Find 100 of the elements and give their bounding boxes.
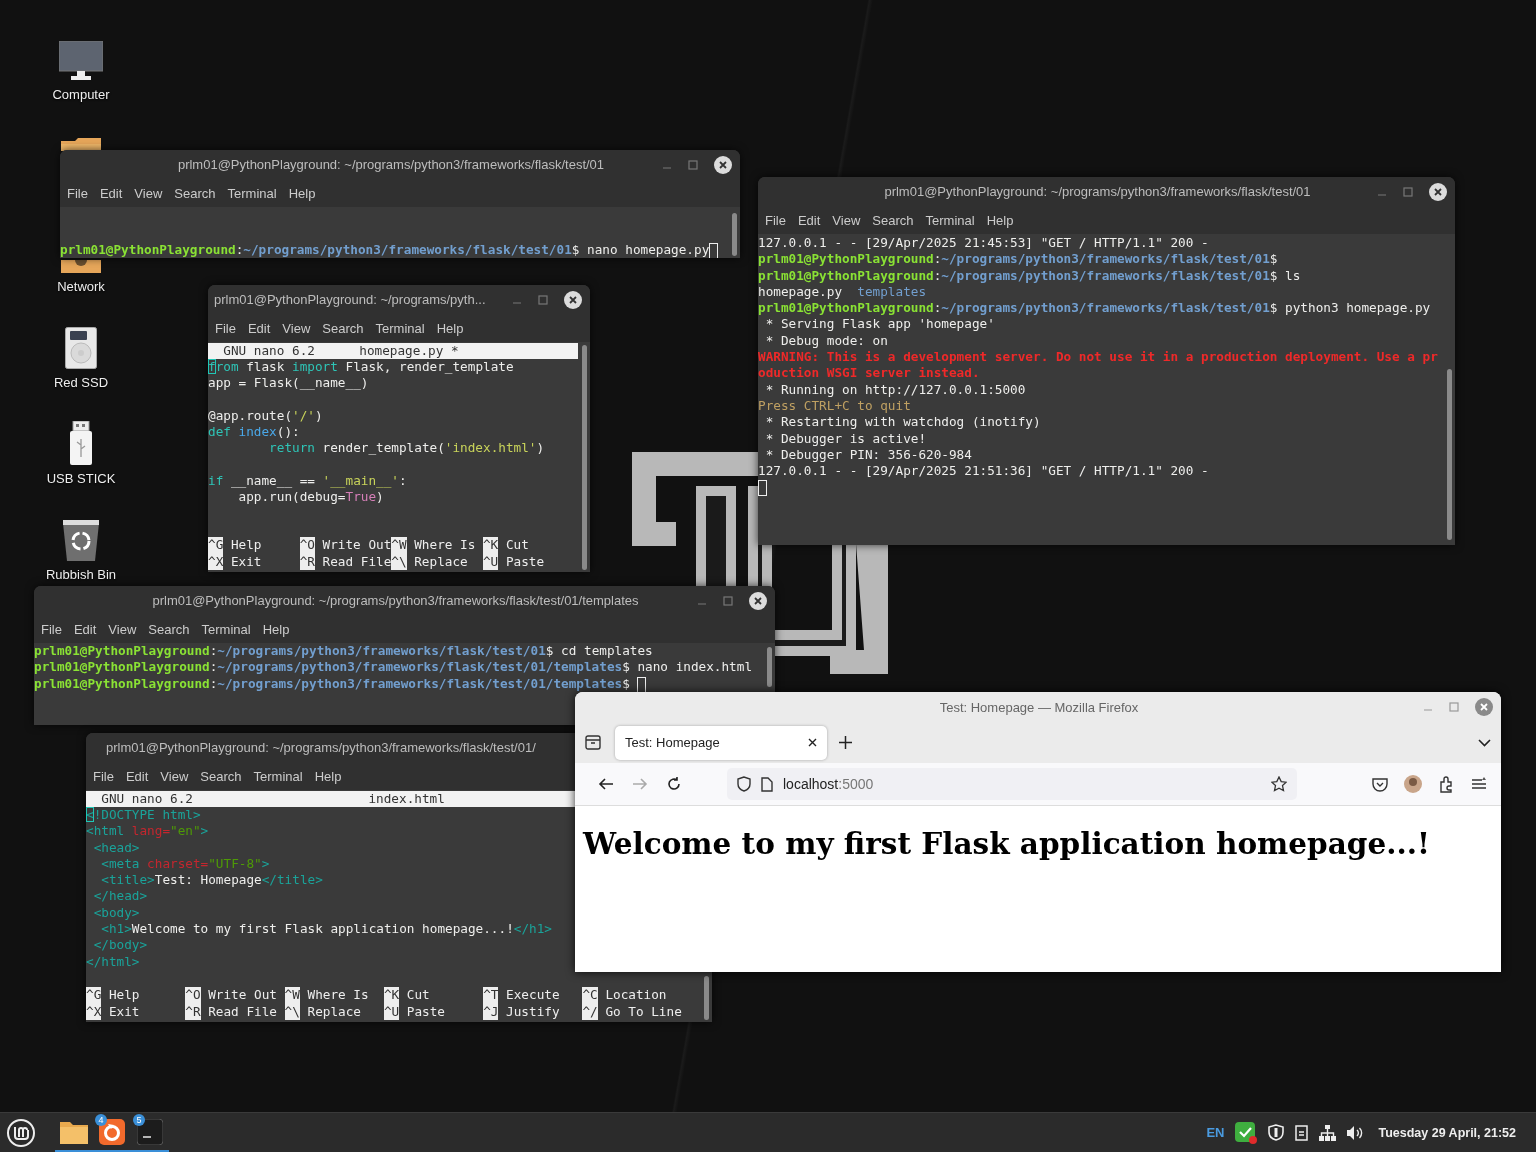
folder-icon: [61, 260, 101, 273]
close-button[interactable]: [564, 290, 582, 309]
page-heading: Welcome to my first Flask application homepage...!: [583, 826, 1431, 861]
menu-item[interactable]: Search: [168, 185, 222, 201]
menu-item[interactable]: Edit: [67, 621, 103, 637]
shortcut-key: ^W: [284, 987, 300, 1004]
network-icon[interactable]: [1319, 1124, 1337, 1141]
maximize-icon[interactable]: [1403, 186, 1413, 197]
shortcut-label: Go To Line: [605, 1003, 682, 1020]
reload-icon[interactable]: [666, 776, 682, 792]
shortcut-key: ^G: [86, 987, 102, 1004]
window-title: Test: Homepage — Mozilla Firefox: [938, 699, 1140, 715]
scrollbar[interactable]: [767, 647, 772, 687]
scrollbar[interactable]: [582, 345, 587, 570]
menu-item[interactable]: Help: [980, 212, 1020, 228]
shortcut-label: Justify: [506, 1003, 560, 1020]
volume-icon[interactable]: [1347, 1125, 1365, 1140]
pocket-icon[interactable]: [1372, 776, 1388, 792]
shortcut-key: ^O: [185, 987, 201, 1004]
icon-label[interactable]: USB STICK: [46, 471, 116, 486]
terminal-line: 127.0.0.1 - - [29/Apr/2025 21:51:36] "GET / HTTP/1.1" 200 -: [758, 463, 1209, 480]
menu-item[interactable]: View: [154, 768, 195, 784]
browser-tab[interactable]: Test: Homepage: [615, 725, 827, 760]
menu-item[interactable]: Search: [316, 320, 370, 336]
menu-item[interactable]: View: [128, 185, 169, 201]
menu-item[interactable]: Search: [142, 621, 196, 637]
menu-item[interactable]: File: [209, 320, 242, 336]
shortcut-label: Replace: [307, 1003, 361, 1020]
menu-item[interactable]: File: [61, 185, 94, 201]
menu-item[interactable]: Search: [194, 768, 248, 784]
back-icon[interactable]: [598, 776, 614, 792]
menu-item[interactable]: Edit: [93, 185, 129, 201]
menu-item[interactable]: Help: [282, 185, 322, 201]
usb-stick-icon: [70, 421, 92, 465]
tab-overview-icon[interactable]: [585, 735, 601, 750]
keyboard-layout[interactable]: EN: [1206, 1125, 1225, 1140]
menu-item[interactable]: View: [826, 212, 867, 228]
shortcut-label: Execute: [506, 987, 560, 1004]
page-icon: [761, 776, 773, 792]
folder-icon: [60, 1119, 88, 1144]
shortcut-label: Exit: [230, 553, 262, 570]
address-field[interactable]: localhost:5000: [727, 768, 1297, 800]
menu-item[interactable]: Search: [866, 212, 920, 228]
shortcut-label: Help: [230, 537, 262, 554]
circle-logo-icon: [6, 1117, 36, 1148]
shortcut-label: Exit: [108, 1003, 140, 1020]
close-icon: [569, 295, 577, 304]
close-button[interactable]: [749, 591, 767, 610]
icon-label[interactable]: Rubbish Bin: [45, 567, 117, 582]
menu-item[interactable]: File: [759, 212, 792, 228]
hard-drive-icon: [65, 327, 97, 369]
note-icon[interactable]: [1295, 1124, 1309, 1141]
menu-item[interactable]: View: [276, 320, 317, 336]
avatar[interactable]: [1404, 775, 1422, 793]
menu-item[interactable]: Terminal: [195, 621, 257, 637]
close-button[interactable]: [1429, 182, 1447, 201]
menu-item[interactable]: File: [87, 768, 120, 784]
scrollbar[interactable]: [732, 213, 737, 256]
menu-item[interactable]: View: [102, 621, 143, 637]
close-button[interactable]: [714, 155, 732, 174]
chevron-down-icon[interactable]: [1478, 738, 1491, 747]
close-icon: [754, 596, 762, 605]
icon-label[interactable]: Computer: [52, 87, 110, 102]
maximize-icon[interactable]: [538, 294, 548, 305]
window-title: prlm01@PythonPlayground: ~/programs/python3/frameworks/flask/test/01/: [105, 740, 536, 755]
menu-item[interactable]: Help: [430, 320, 470, 336]
shortcut-key: ^G: [208, 537, 224, 554]
menu-item[interactable]: File: [35, 621, 68, 637]
clock[interactable]: Tuesday 29 April, 21:52: [1378, 1125, 1516, 1140]
scrollbar[interactable]: [704, 976, 709, 1020]
menu-icon[interactable]: [1471, 777, 1487, 791]
icon-label[interactable]: Network: [57, 279, 105, 294]
terminal-line: * Debugger PIN: 356-620-984: [764, 446, 972, 464]
maximize-icon[interactable]: [688, 159, 698, 170]
check-icon[interactable]: [1235, 1121, 1258, 1144]
menu-item[interactable]: Terminal: [221, 185, 283, 201]
extensions-icon[interactable]: [1438, 775, 1455, 793]
menu-item[interactable]: Terminal: [369, 320, 431, 336]
maximize-icon[interactable]: [723, 595, 733, 606]
terminal-line: oduction WSGI server instead.: [758, 365, 980, 382]
code-line: <html lang="en">: [86, 823, 209, 840]
menu-item[interactable]: Edit: [119, 768, 155, 784]
close-icon[interactable]: [808, 738, 817, 747]
terminal-line: homepage.py templates: [758, 283, 927, 301]
menu-item[interactable]: Terminal: [247, 768, 309, 784]
plus-icon[interactable]: [839, 736, 852, 749]
terminal-line: * Running on http://127.0.0.1:5000: [764, 381, 1026, 398]
icon-label[interactable]: Red SSD: [53, 375, 109, 390]
menu-item[interactable]: Edit: [791, 212, 827, 228]
menu-item[interactable]: Help: [256, 621, 296, 637]
shield-icon[interactable]: [737, 776, 751, 792]
shortcut-label: Read File: [208, 1003, 277, 1020]
terminal-line: WARNING: This is a development server. Do not use it in a production deployment. Use a pr: [758, 349, 1438, 366]
scrollbar[interactable]: [1447, 369, 1452, 540]
star-icon[interactable]: [1271, 776, 1287, 792]
shortcut-label: Write Out: [208, 987, 277, 1004]
window-title: prlm01@PythonPlayground: ~/programs/python3/frameworks/flask/test/01: [883, 184, 1312, 199]
menu-item[interactable]: Edit: [241, 320, 277, 336]
menu-item[interactable]: Help: [308, 768, 348, 784]
menu-item[interactable]: Terminal: [919, 212, 981, 228]
